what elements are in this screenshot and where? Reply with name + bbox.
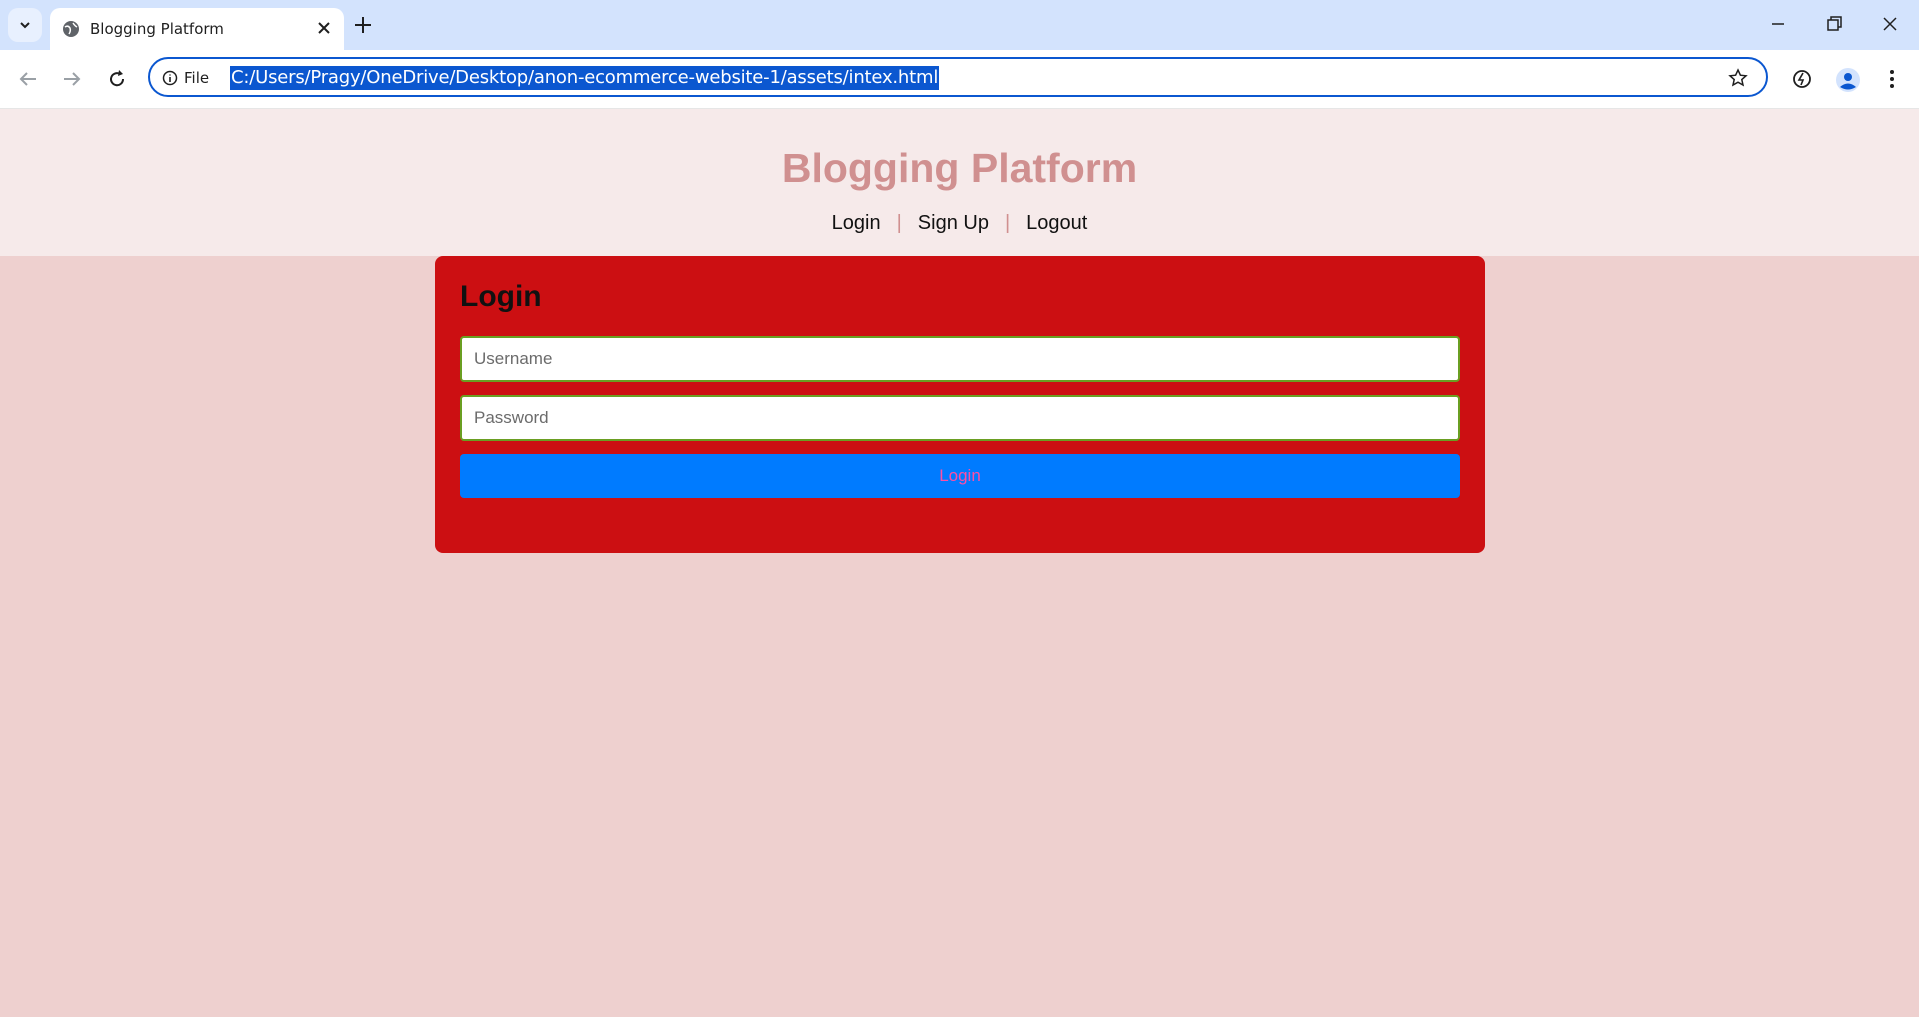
site-info-button[interactable]: File [162,69,209,87]
address-bar[interactable]: File C:/Users/Pragy/OneDrive/Desktop/ano… [148,57,1768,97]
login-heading: Login [460,280,542,313]
reload-icon[interactable] [105,67,129,91]
username-input[interactable] [460,336,1460,382]
tab-title: Blogging Platform [90,20,224,38]
site-header: Blogging Platform Login | Sign Up | Logout [0,109,1919,256]
page-body: Blogging Platform Login | Sign Up | Logout L… [0,109,1919,1017]
profile-avatar-icon[interactable] [1835,67,1861,93]
chevron-down-icon [20,22,30,29]
more-menu-icon[interactable] [1882,67,1902,91]
nav-login-link[interactable]: Login [832,212,881,234]
nav-logout-link[interactable]: Logout [1026,212,1087,234]
forward-arrow-icon[interactable] [60,67,84,91]
site-nav: Login | Sign Up | Logout [0,212,1919,235]
site-title: Blogging Platform [781,145,1138,191]
info-icon [162,70,178,86]
nav-separator: | [1004,212,1011,234]
login-submit-button[interactable]: Login [460,454,1460,498]
browser-toolbar: File C:/Users/Pragy/OneDrive/Desktop/ano… [0,50,1919,109]
performance-icon[interactable] [1790,67,1814,91]
tab-strip: Blogging Platform [0,0,1919,50]
login-card: Login Login [435,256,1485,553]
minimize-icon[interactable] [1768,14,1788,34]
nav-separator: | [896,212,902,234]
new-tab-icon[interactable] [352,14,374,36]
globe-icon [63,21,79,37]
browser-tab[interactable]: Blogging Platform [50,8,344,50]
url-text[interactable]: C:/Users/Pragy/OneDrive/Desktop/anon-eco… [230,66,940,90]
restore-icon[interactable] [1824,14,1844,34]
tab-search-button[interactable] [8,8,42,42]
password-input[interactable] [460,395,1460,441]
bookmark-star-icon[interactable] [1728,68,1748,88]
site-info-label: File [184,69,210,87]
back-arrow-icon[interactable] [16,67,40,91]
close-window-icon[interactable] [1880,14,1900,34]
close-tab-icon[interactable] [316,20,332,36]
nav-signup-link[interactable]: Sign Up [918,212,989,234]
